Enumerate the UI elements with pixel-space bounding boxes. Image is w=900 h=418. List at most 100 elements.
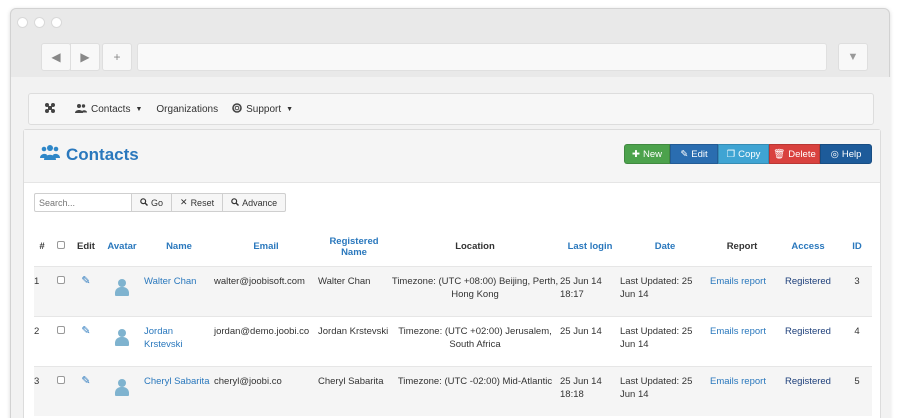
contact-access: Registered (774, 315, 842, 366)
contact-id: 4 (842, 315, 872, 366)
window-minimize-button[interactable] (34, 17, 45, 28)
row-select (50, 265, 72, 316)
edit-icon: ✎ (680, 148, 689, 160)
zoom-icon (231, 197, 240, 208)
forward-button[interactable]: ▶ (70, 43, 100, 71)
column-header-access[interactable]: Access (774, 228, 842, 266)
new-button[interactable]: ✚ New (624, 144, 670, 164)
row-number: 3 (34, 365, 50, 416)
help-button-label: Help (841, 148, 862, 160)
column-header-avatar[interactable]: Avatar (100, 228, 144, 266)
nav-contacts-label: Contacts (91, 103, 131, 115)
lifebuoy-icon: ◎ (830, 148, 839, 160)
edit-icon[interactable]: ✎ (81, 275, 90, 287)
row-avatar (100, 265, 144, 316)
row-checkbox[interactable] (57, 275, 65, 284)
contacts-panel: Contacts ✚ New ✎ Edit ❐ Copy 🗑 Delete ◎ … (23, 129, 881, 418)
row-checkbox[interactable] (57, 375, 65, 384)
search-input[interactable] (34, 193, 132, 212)
advance-button-label: Advance (242, 197, 278, 208)
edit-icon[interactable]: ✎ (81, 325, 90, 337)
column-header-name[interactable]: Name (144, 228, 214, 266)
contact-location: Timezone: (UTC +08:00) Beijing, Perth, H… (390, 265, 560, 316)
browser-menu-button[interactable]: ▼ (838, 43, 868, 71)
edit-icon[interactable]: ✎ (81, 375, 90, 387)
contact-email: walter@joobisoft.com (214, 265, 318, 316)
close-icon: ✕ (180, 197, 188, 207)
search-icon (140, 197, 148, 208)
select-all-checkbox[interactable] (57, 241, 65, 250)
table-row: 1 ✎ Walter Chan walter@joobisoft.com Wal… (34, 265, 872, 316)
contact-id: 5 (842, 365, 872, 416)
column-header-id[interactable]: ID (842, 228, 872, 266)
contact-email: jordan@demo.joobi.co (214, 315, 318, 366)
table-row: 2 ✎ Jordan Krstevski jordan@demo.joobi.c… (34, 315, 872, 366)
back-button[interactable]: ◀ (41, 43, 71, 71)
new-button-label: New (642, 148, 662, 160)
row-number: 2 (34, 315, 50, 366)
joomla-logo-icon[interactable] (43, 101, 57, 118)
emails-report-link[interactable]: Emails report (710, 315, 774, 366)
top-navbar: Contacts ▼ Organizations Support ▼ (28, 93, 874, 125)
nav-organizations-label: Organizations (156, 103, 219, 115)
panel-header: Contacts ✚ New ✎ Edit ❐ Copy 🗑 Delete ◎ … (24, 130, 880, 183)
new-tab-button[interactable]: + (102, 43, 132, 71)
advance-button[interactable]: Advance (223, 193, 287, 212)
column-header-date[interactable]: Date (620, 228, 710, 266)
window-close-button[interactable] (17, 17, 28, 28)
emails-report-link[interactable]: Emails report (710, 365, 774, 416)
contact-registered-name: Walter Chan (318, 265, 390, 316)
avatar-icon (114, 378, 130, 397)
contact-last-login: 25 Jun 14 18:17 (560, 265, 620, 316)
column-header-last-login[interactable]: Last login (560, 228, 620, 266)
search-toolbar: Go ✕ Reset Advance (34, 193, 287, 212)
contact-registered-name: Jordan Krstevski (318, 315, 390, 366)
contact-name-link[interactable]: Walter Chan (144, 265, 214, 316)
reset-button-label: Reset (190, 197, 215, 208)
row-checkbox[interactable] (57, 325, 65, 334)
action-toolbar: ✚ New ✎ Edit ❐ Copy 🗑 Delete ◎ Help (624, 144, 872, 164)
go-button[interactable]: Go (132, 193, 173, 212)
delete-button[interactable]: 🗑 Delete (769, 144, 820, 164)
row-avatar (100, 315, 144, 366)
contact-last-login: 25 Jun 14 18:18 (560, 365, 620, 416)
column-header-registered-name[interactable]: Registered Name (318, 228, 390, 266)
caret-down-icon: ▼ (286, 105, 294, 113)
nav-contacts[interactable]: Contacts ▼ (75, 103, 142, 116)
contact-name-link[interactable]: Cheryl Sabarita (144, 365, 214, 416)
avatar-icon (114, 278, 130, 297)
go-button-label: Go (151, 197, 164, 208)
page-title: Contacts (40, 144, 139, 165)
browser-toolbar: ◀ ▶ + ▼ (41, 43, 871, 71)
column-header-email[interactable]: Email (214, 228, 318, 266)
delete-button-label: Delete (788, 148, 816, 160)
reset-button[interactable]: ✕ Reset (172, 193, 224, 212)
users-icon (75, 103, 87, 116)
page-title-text: Contacts (66, 144, 139, 164)
copy-button[interactable]: ❐ Copy (718, 144, 769, 164)
row-edit: ✎ (72, 265, 100, 316)
copy-button-label: Copy (738, 148, 761, 160)
window-maximize-button[interactable] (51, 17, 62, 28)
address-bar[interactable] (137, 43, 827, 71)
nav-support[interactable]: Support ▼ (232, 102, 294, 116)
trash-icon: 🗑 (773, 148, 786, 160)
contact-name-link[interactable]: Jordan Krstevski (144, 315, 214, 366)
forward-arrow-icon: ▶ (80, 50, 90, 64)
browser-window: ◀ ▶ + ▼ Contacts ▼ Organizations Support… (10, 8, 891, 418)
edit-button-label: Edit (691, 148, 708, 160)
help-button[interactable]: ◎ Help (820, 144, 872, 164)
window-controls (17, 17, 62, 28)
row-avatar (100, 365, 144, 416)
contact-access: Registered (774, 365, 842, 416)
avatar-icon (114, 328, 130, 347)
lifebuoy-icon (232, 102, 242, 116)
page-viewport: Contacts ▼ Organizations Support ▼ Conta… (11, 77, 891, 418)
nav-organizations[interactable]: Organizations (156, 104, 218, 115)
nav-support-label: Support (246, 103, 282, 115)
users-icon (40, 144, 60, 165)
table-header-row: # Edit Avatar Name Email Registered Name… (34, 228, 872, 266)
row-select (50, 365, 72, 416)
emails-report-link[interactable]: Emails report (710, 265, 774, 316)
edit-button[interactable]: ✎ Edit (670, 144, 718, 164)
